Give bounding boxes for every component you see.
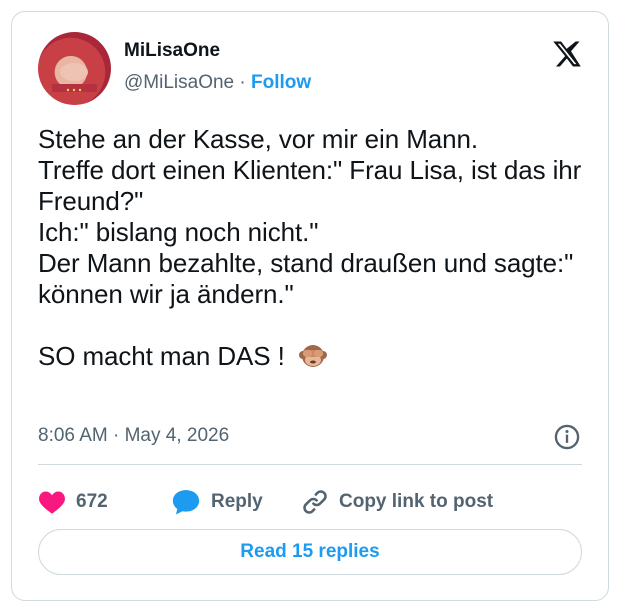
tweet-text: Stehe an der Kasse, vor mir ein Mann. Tr…	[38, 124, 598, 372]
tweet-line: Treffe dort einen Klienten:" Frau Lisa, …	[38, 155, 582, 216]
link-icon	[303, 490, 327, 514]
divider	[38, 464, 582, 465]
post-timestamp[interactable]: 8:06 AM · May 4, 2026	[38, 425, 229, 447]
handle-separator: ·	[234, 72, 251, 93]
post-time: 8:06 AM	[38, 425, 108, 446]
follow-button[interactable]: Follow	[251, 72, 311, 93]
info-icon[interactable]	[553, 423, 581, 451]
tweet-line: Stehe an der Kasse, vor mir ein Mann.	[38, 124, 478, 154]
like-count: 672	[76, 491, 108, 512]
tweet-line: Ich:" bislang noch nicht."	[38, 217, 319, 247]
see-no-evil-monkey-icon	[298, 345, 327, 367]
reply-bubble-icon	[172, 490, 200, 515]
avatar[interactable]	[38, 32, 111, 105]
tweet-line: Der Mann bezahlte, stand draußen und sag…	[38, 248, 574, 309]
read-replies-button[interactable]: Read 15 replies	[38, 529, 582, 575]
author-handle[interactable]: @MiLisaOne	[124, 72, 234, 93]
tweet-line: SO macht man DAS !	[38, 341, 292, 371]
author-handle-line: @MiLisaOne · Follow	[124, 72, 311, 94]
post-date: May 4, 2026	[124, 425, 230, 446]
tweet-card: MiLisaOne @MiLisaOne · Follow Stehe an d…	[11, 11, 609, 601]
copy-link-label: Copy link to post	[339, 491, 494, 512]
meta-separator: ·	[107, 425, 125, 446]
x-logo-icon[interactable]	[552, 39, 582, 69]
like-button[interactable]: 672	[38, 482, 108, 522]
heart-icon	[39, 491, 65, 514]
copy-link-button[interactable]: Copy link to post	[301, 482, 493, 522]
reply-label: Reply	[211, 491, 263, 512]
author-display-name[interactable]: MiLisaOne	[124, 40, 220, 62]
reply-button[interactable]: Reply	[171, 482, 263, 522]
